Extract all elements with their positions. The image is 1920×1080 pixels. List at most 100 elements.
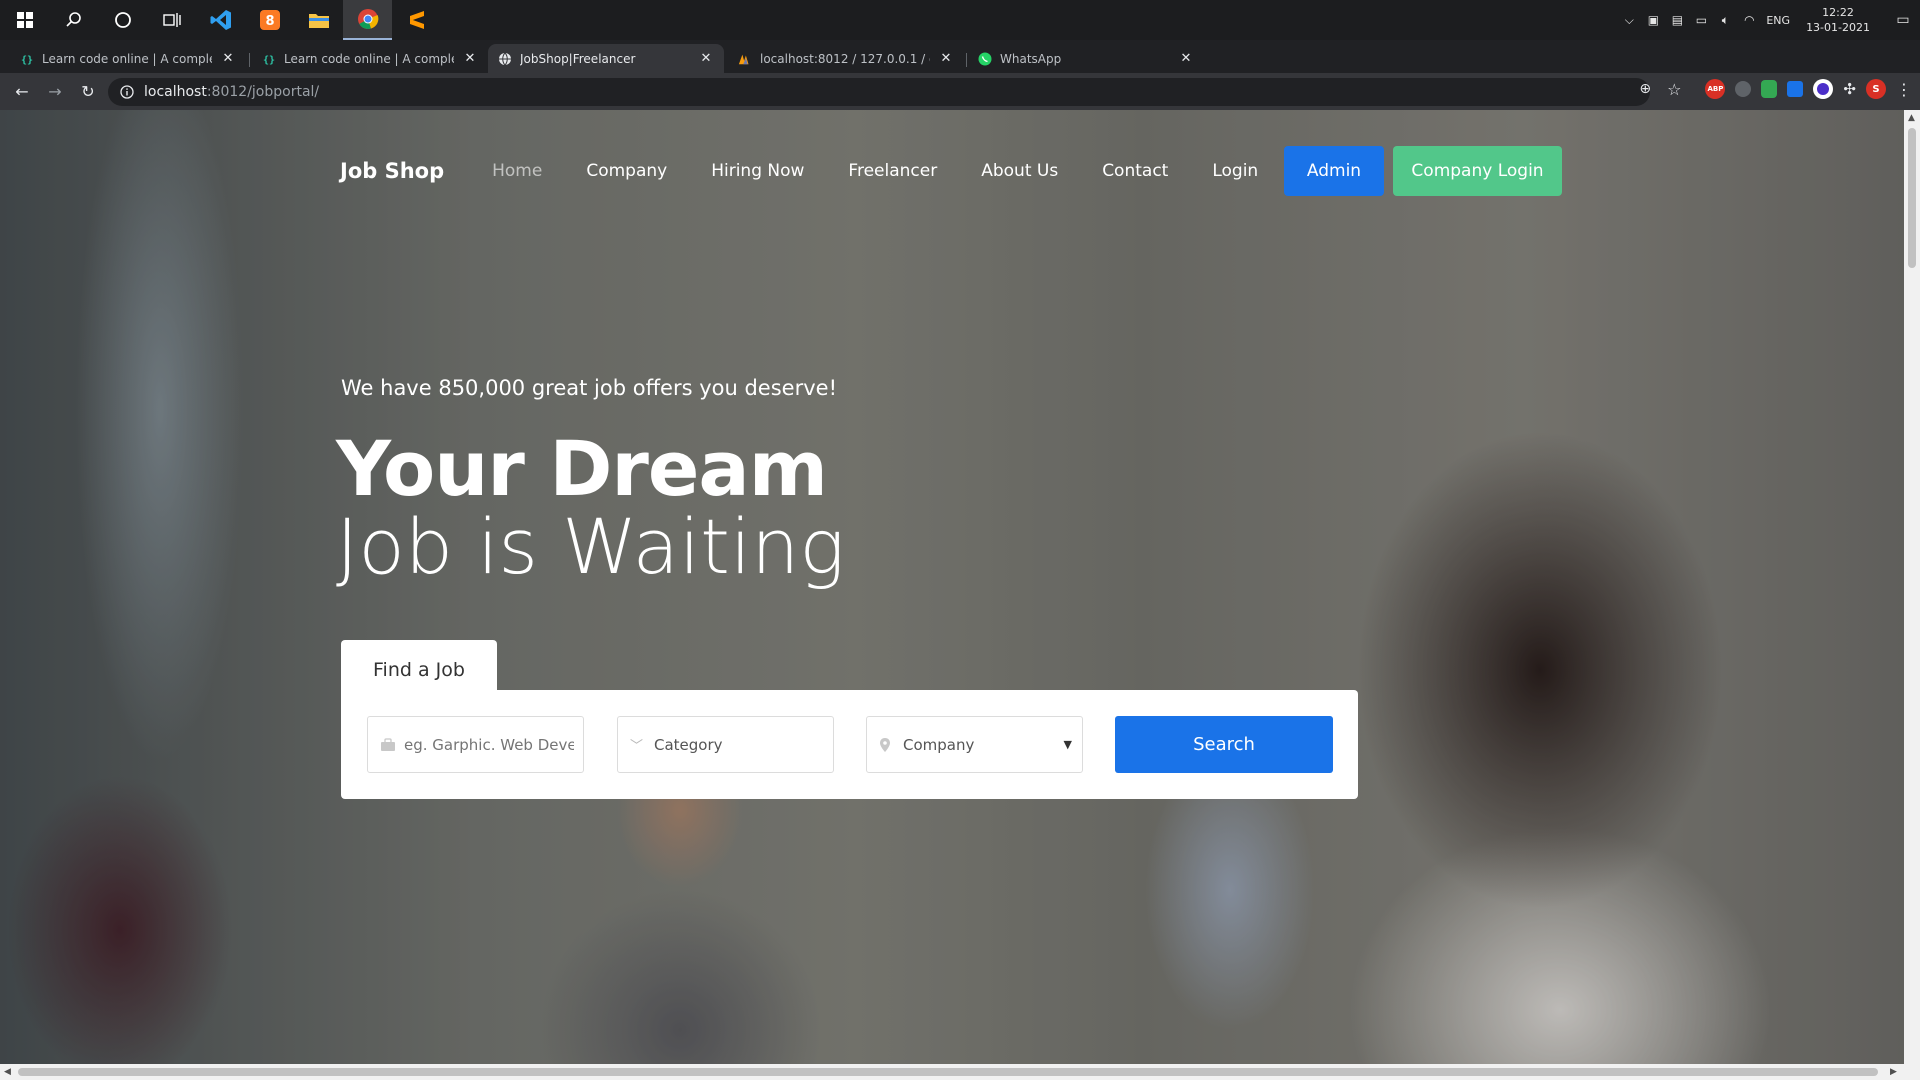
nav-company[interactable]: Company [586, 161, 667, 181]
adblock-extension-icon[interactable]: ABP [1705, 79, 1726, 99]
shield-extension-icon[interactable] [1761, 80, 1778, 98]
briefcase-icon [380, 737, 396, 752]
tray-screen-icon[interactable]: ▤ [1670, 13, 1684, 27]
translate-extension-icon[interactable] [1787, 81, 1804, 97]
task-view-button[interactable] [147, 0, 196, 40]
puzzle-extensions-icon[interactable]: ✣ [1843, 80, 1856, 98]
tab-title: localhost:8012 / 127.0.0.1 / db_jo [760, 51, 930, 66]
keyword-input[interactable] [404, 735, 574, 754]
search-icon [65, 12, 81, 27]
tab-divider [966, 53, 967, 67]
browser-tab-active[interactable]: JobShop|Freelancer ✕ [488, 44, 724, 73]
browser-tab[interactable]: {} Learn code online | A complete p ✕ [252, 44, 488, 73]
browser-tabstrip: {} Learn code online | A complete p ✕ {}… [0, 40, 1920, 106]
windows-taskbar: 8 ⌵ ▣ ▤ ▭ 🔈︎ ◠ ENG 12:22 13-01-2021 ▭ [0, 0, 1920, 40]
scroll-left-arrow-icon[interactable]: ◀ [4, 1067, 11, 1077]
zoom-icon[interactable]: ⊕ [1639, 81, 1651, 97]
task-view-icon [162, 13, 181, 27]
nav-freelancer[interactable]: Freelancer [848, 161, 937, 181]
scroll-right-arrow-icon[interactable]: ▶ [1890, 1067, 1897, 1077]
vscode-taskbar-app[interactable] [196, 0, 245, 40]
wifi-icon[interactable]: ◠ [1742, 13, 1756, 27]
taskbar-clock[interactable]: 12:22 13-01-2021 [1806, 5, 1870, 35]
close-icon[interactable]: ✕ [1178, 51, 1194, 66]
url-host: localhost [144, 84, 207, 100]
language-indicator[interactable]: ENG [1766, 14, 1790, 27]
clock-time: 12:22 [1822, 6, 1854, 19]
info-icon[interactable] [120, 85, 134, 99]
tab-title: Learn code online | A complete p [42, 51, 212, 66]
file-explorer-taskbar-app[interactable] [294, 0, 343, 40]
category-select[interactable]: ﹀ Category [617, 716, 834, 773]
nav-home[interactable]: Home [492, 161, 542, 181]
admin-button[interactable]: Admin [1284, 146, 1384, 196]
url-text: localhost:8012/jobportal/ [144, 84, 319, 100]
close-icon[interactable]: ✕ [462, 51, 478, 66]
phpmyadmin-icon [738, 52, 752, 66]
nav-login[interactable]: Login [1212, 161, 1258, 181]
svg-text:8: 8 [265, 14, 274, 29]
extension-gray-icon[interactable] [1735, 81, 1752, 97]
folder-icon [308, 14, 329, 28]
bookmark-star-icon[interactable]: ☆ [1667, 80, 1681, 99]
address-bar[interactable]: localhost:8012/jobportal/ [108, 78, 1650, 106]
browser-tab[interactable]: localhost:8012 / 127.0.0.1 / db_jo ✕ [728, 44, 964, 73]
tab-title: Learn code online | A complete p [284, 51, 454, 66]
vertical-scrollbar[interactable]: ▲ [1904, 110, 1920, 1064]
code-icon: {} [20, 52, 34, 66]
extensions-row: ⊕ ☆ ABP ✣ S ⋮ [1639, 79, 1912, 99]
svg-text:{}: {} [21, 55, 33, 66]
extension-blue-icon[interactable] [1813, 79, 1834, 99]
hero-headline-light: Job is Waiting [336, 502, 845, 591]
taskbar-search-button[interactable] [49, 0, 98, 40]
horizontal-scrollbar[interactable]: ◀ ▶ [0, 1064, 1920, 1080]
keyword-field[interactable] [367, 716, 584, 773]
site-brand[interactable]: Job Shop [340, 159, 444, 183]
company-select-value: Company [903, 735, 975, 754]
search-button[interactable]: Search [1115, 716, 1333, 773]
chevron-up-icon[interactable]: ⌵ [1622, 13, 1636, 27]
chrome-menu-icon[interactable]: ⋮ [1896, 80, 1912, 99]
chrome-taskbar-app[interactable] [343, 0, 392, 40]
scroll-up-arrow-icon[interactable]: ▲ [1908, 113, 1915, 123]
system-tray: ⌵ ▣ ▤ ▭ 🔈︎ ◠ ENG 12:22 13-01-2021 ▭ [1622, 0, 1920, 40]
nav-contact[interactable]: Contact [1102, 161, 1168, 181]
reload-icon[interactable]: ↻ [74, 78, 102, 106]
company-select[interactable]: Company ▼ [866, 716, 1083, 773]
close-icon[interactable]: ✕ [938, 51, 954, 66]
url-path: :8012/jobportal/ [206, 84, 320, 100]
forward-arrow-icon[interactable]: → [41, 78, 69, 106]
xampp-taskbar-app[interactable]: 8 [245, 0, 294, 40]
code-icon: {} [262, 52, 276, 66]
profile-avatar[interactable]: S [1866, 79, 1886, 99]
job-search-form: ﹀ Category Company ▼ Search [341, 690, 1358, 799]
clock-date: 13-01-2021 [1806, 21, 1870, 34]
back-arrow-icon[interactable]: ← [8, 78, 36, 106]
cortana-button[interactable] [98, 0, 147, 40]
category-select-value: Category [654, 735, 723, 754]
notification-center-icon[interactable]: ▭ [1896, 12, 1910, 28]
vscode-icon [210, 10, 231, 30]
svg-text:{}: {} [263, 55, 275, 66]
tab-divider [249, 53, 250, 67]
sublime-taskbar-app[interactable] [392, 0, 441, 40]
tab-title: WhatsApp [1000, 51, 1062, 66]
chrome-icon [357, 9, 378, 29]
horizontal-scroll-thumb[interactable] [18, 1068, 1878, 1076]
hero-headline-bold: Your Dream [336, 424, 828, 513]
nav-hiring-now[interactable]: Hiring Now [711, 161, 804, 181]
tray-app-icon[interactable]: ▣ [1646, 13, 1660, 27]
tab-title: JobShop|Freelancer [520, 51, 636, 66]
vertical-scroll-thumb[interactable] [1908, 128, 1916, 268]
company-login-button[interactable]: Company Login [1393, 146, 1562, 196]
close-icon[interactable]: ✕ [220, 51, 236, 66]
windows-start-button[interactable] [0, 0, 49, 40]
xampp-icon: 8 [259, 10, 280, 30]
close-icon[interactable]: ✕ [698, 51, 714, 66]
windows-logo-icon [16, 12, 33, 28]
battery-icon[interactable]: ▭ [1694, 13, 1708, 27]
browser-tab[interactable]: {} Learn code online | A complete p ✕ [10, 44, 246, 73]
volume-icon[interactable]: 🔈︎ [1718, 13, 1732, 27]
browser-tab[interactable]: WhatsApp ✕ [968, 44, 1204, 73]
nav-about-us[interactable]: About Us [981, 161, 1058, 181]
